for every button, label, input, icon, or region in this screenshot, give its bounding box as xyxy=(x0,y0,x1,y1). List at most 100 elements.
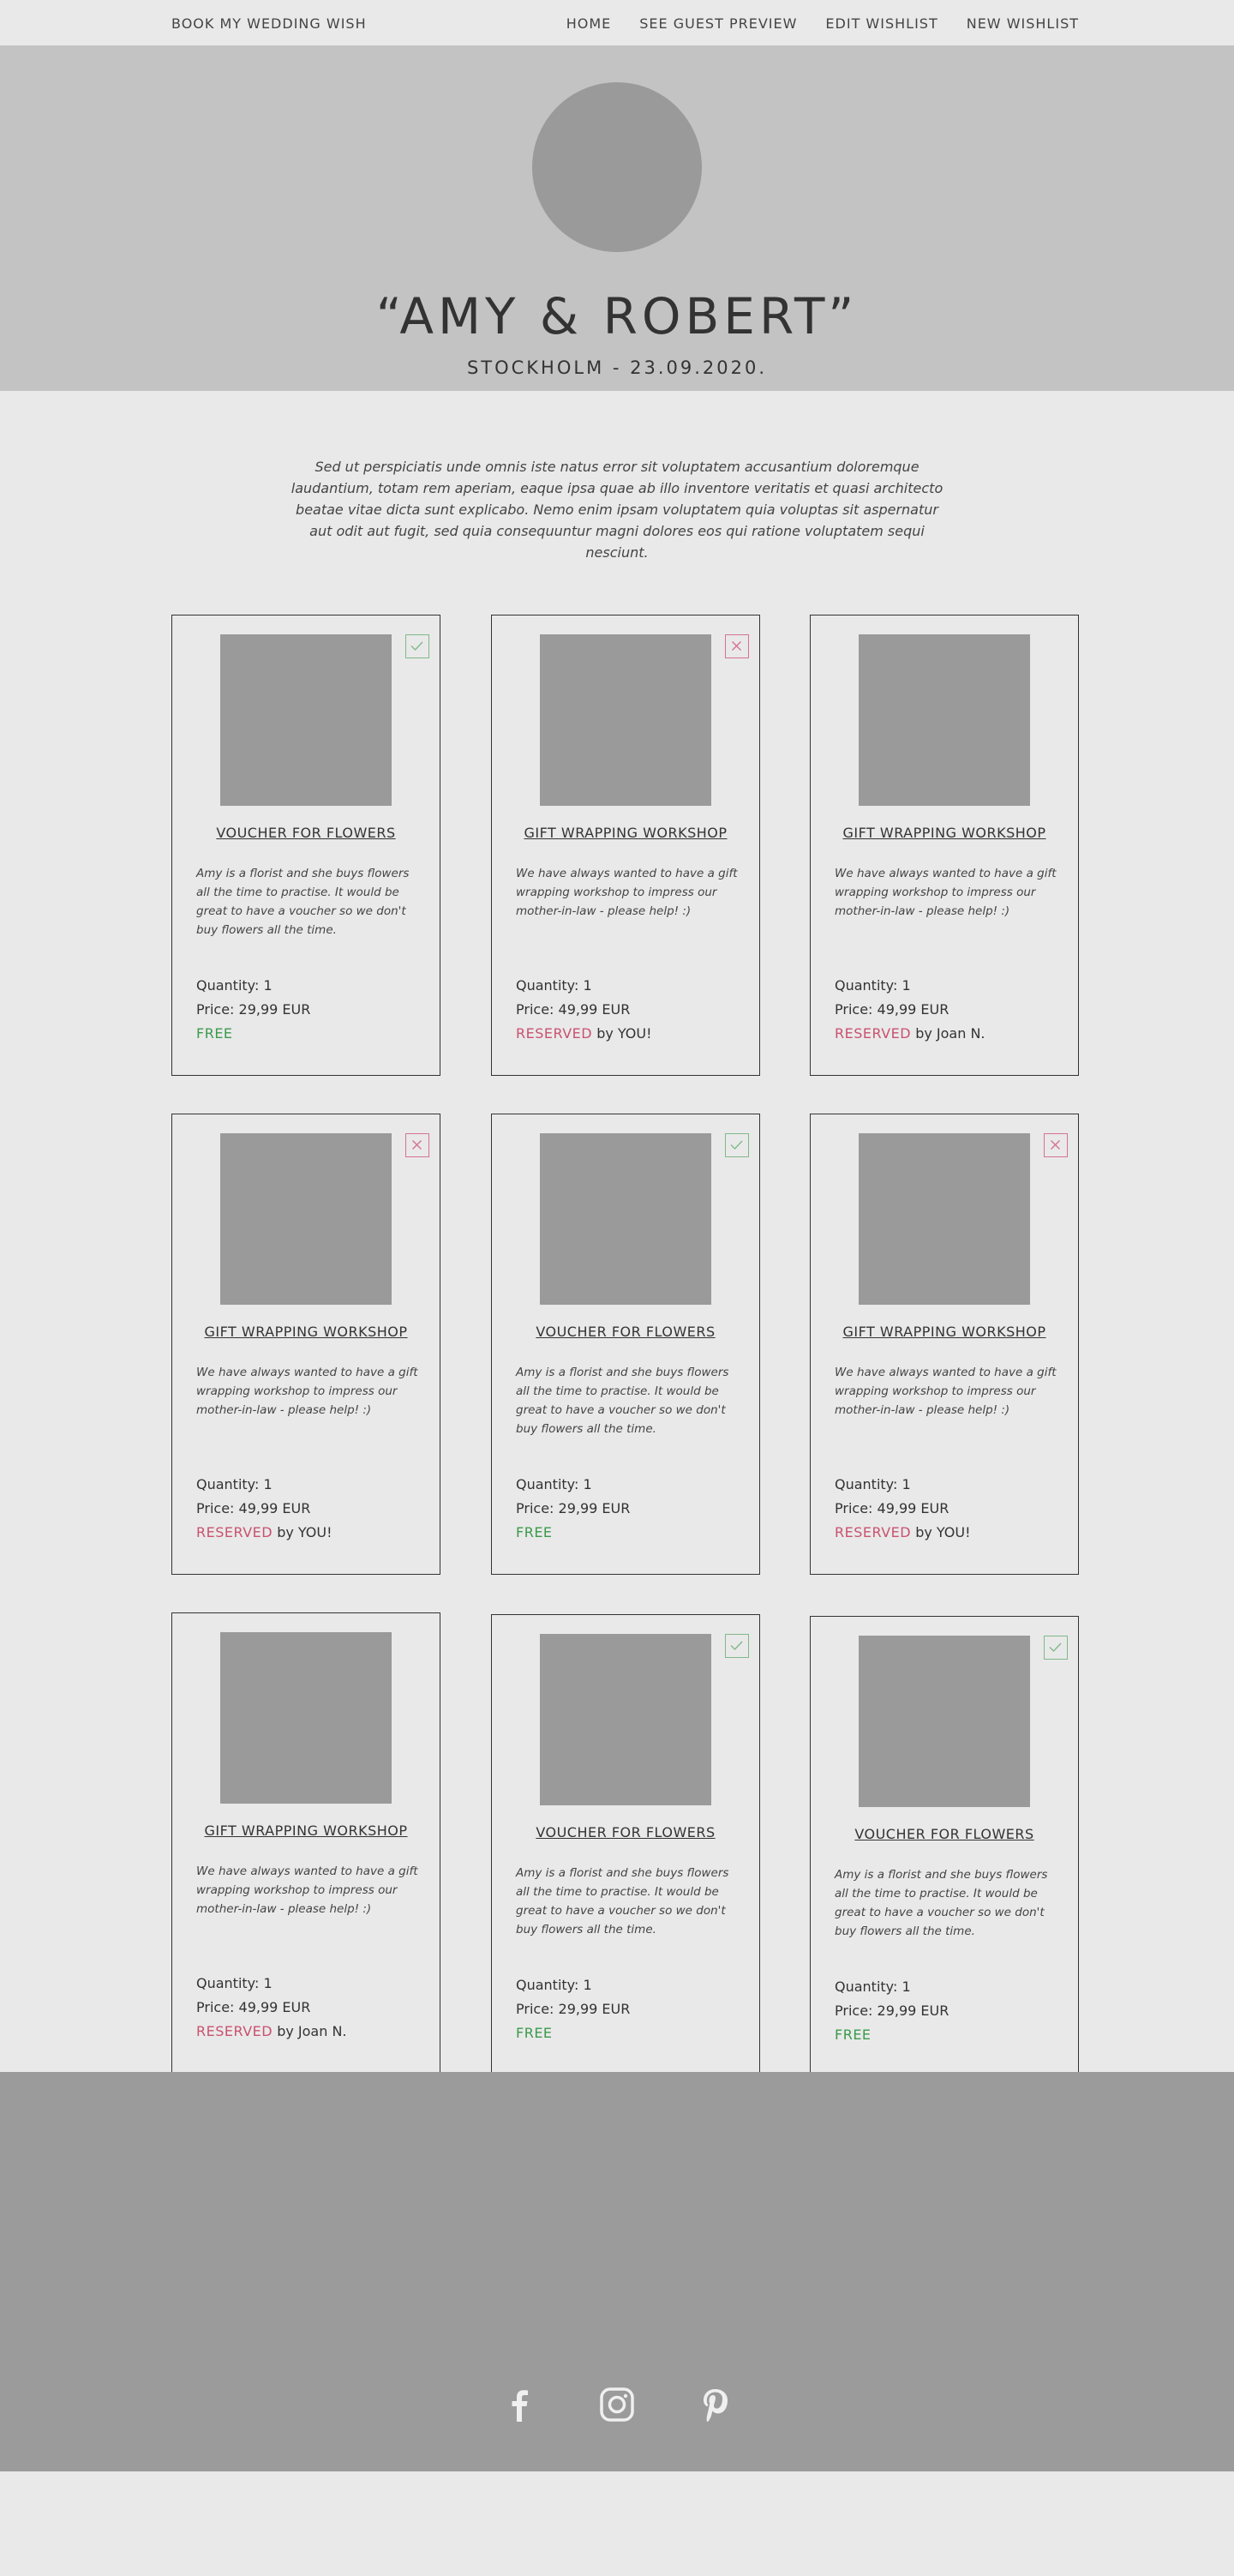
reserved-by: by Joan N. xyxy=(911,1025,985,1042)
facebook-icon[interactable] xyxy=(501,2386,537,2423)
gift-status: FREE xyxy=(516,2025,553,2041)
wish-card[interactable]: GIFT WRAPPING WORKSHOP We have always wan… xyxy=(810,615,1079,1076)
gift-status: RESERVED by YOU! xyxy=(835,1524,971,1540)
nav-home-link[interactable]: HOME xyxy=(566,15,612,32)
wedding-place-date: STOCKHOLM - 23.09.2020. xyxy=(466,357,768,378)
gift-price: Price: 49,99 EUR xyxy=(835,1001,949,1018)
status-label: FREE xyxy=(516,1524,553,1540)
wish-card[interactable]: GIFT WRAPPING WORKSHOP We have always wan… xyxy=(491,615,760,1076)
gift-title-link[interactable]: GIFT WRAPPING WORKSHOP xyxy=(492,825,759,841)
gift-price: Price: 29,99 EUR xyxy=(196,1001,311,1018)
check-icon[interactable] xyxy=(725,1133,749,1157)
reserved-by: by YOU! xyxy=(592,1025,652,1042)
gift-description: We have always wanted to have a gift wra… xyxy=(835,1366,1057,1417)
nav-links: HOME SEE GUEST PREVIEW EDIT WISHLIST NEW… xyxy=(566,15,1079,32)
top-nav: BOOK MY WEDDING WISH HOME SEE GUEST PREV… xyxy=(0,0,1234,45)
gift-quantity: Quantity: 1 xyxy=(196,1975,273,1991)
wish-card[interactable]: VOUCHER FOR FLOWERS Amy is a florist and … xyxy=(810,1616,1079,2077)
reserved-by: by Joan N. xyxy=(273,2023,347,2039)
gift-description: We have always wanted to have a gift wra… xyxy=(516,867,738,918)
status-label: FREE xyxy=(516,2025,553,2041)
check-icon[interactable] xyxy=(1044,1636,1068,1660)
gift-image xyxy=(540,1634,711,1805)
wish-card[interactable]: VOUCHER FOR FLOWERS Amy is a florist and … xyxy=(491,1614,760,2075)
hero-banner: “AMY & ROBERT” STOCKHOLM - 23.09.2020. xyxy=(0,45,1234,391)
gift-image xyxy=(540,634,711,806)
cross-icon[interactable] xyxy=(725,634,749,658)
gift-quantity: Quantity: 1 xyxy=(196,1476,273,1492)
reserved-by: by YOU! xyxy=(911,1524,971,1540)
gift-description: Amy is a florist and she buys flowers al… xyxy=(835,1868,1048,1938)
gift-status: FREE xyxy=(196,1025,233,1042)
check-icon[interactable] xyxy=(725,1634,749,1658)
instagram-icon[interactable] xyxy=(599,2386,635,2423)
gift-title-link[interactable]: VOUCHER FOR FLOWERS xyxy=(492,1324,759,1340)
gift-quantity: Quantity: 1 xyxy=(835,1476,911,1492)
status-label: RESERVED xyxy=(196,2023,273,2039)
gift-image xyxy=(859,1133,1030,1305)
check-icon[interactable] xyxy=(405,634,429,658)
gift-status: RESERVED by Joan N. xyxy=(196,2023,347,2039)
couple-avatar xyxy=(532,82,702,252)
status-label: RESERVED xyxy=(835,1524,912,1540)
gift-quantity: Quantity: 1 xyxy=(196,977,273,994)
gift-price: Price: 49,99 EUR xyxy=(196,1999,311,2015)
wish-card[interactable]: VOUCHER FOR FLOWERS Amy is a florist and … xyxy=(491,1114,760,1575)
gift-title-link[interactable]: GIFT WRAPPING WORKSHOP xyxy=(811,825,1078,841)
gift-quantity: Quantity: 1 xyxy=(516,977,592,994)
gift-price: Price: 49,99 EUR xyxy=(516,1001,631,1018)
gift-quantity: Quantity: 1 xyxy=(516,1977,592,1993)
gift-title-link[interactable]: VOUCHER FOR FLOWERS xyxy=(811,1826,1078,1842)
social-links xyxy=(0,2386,1234,2423)
gift-image xyxy=(220,1133,392,1305)
gift-description: We have always wanted to have a gift wra… xyxy=(196,1864,418,1916)
gift-description: Amy is a florist and she buys flowers al… xyxy=(516,1866,729,1937)
wish-card[interactable]: GIFT WRAPPING WORKSHOP We have always wan… xyxy=(810,1114,1079,1575)
gift-title-link[interactable]: GIFT WRAPPING WORKSHOP xyxy=(172,1324,440,1340)
gift-status: RESERVED by YOU! xyxy=(196,1524,332,1540)
gift-price: Price: 49,99 EUR xyxy=(835,1500,949,1516)
wish-card[interactable]: VOUCHER FOR FLOWERS Amy is a florist and … xyxy=(171,615,440,1076)
gift-title-link[interactable]: GIFT WRAPPING WORKSHOP xyxy=(811,1324,1078,1340)
gift-quantity: Quantity: 1 xyxy=(835,977,911,994)
status-label: FREE xyxy=(196,1025,233,1042)
cross-icon[interactable] xyxy=(1044,1133,1068,1157)
intro-text: Sed ut perspiciatis unde omnis iste natu… xyxy=(291,459,943,561)
status-label: FREE xyxy=(835,2027,872,2043)
gift-description: Amy is a florist and she buys flowers al… xyxy=(196,867,410,937)
gift-image xyxy=(220,1632,392,1804)
gift-status: RESERVED by YOU! xyxy=(516,1025,652,1042)
gift-title-link[interactable]: VOUCHER FOR FLOWERS xyxy=(492,1824,759,1840)
brand-logo[interactable]: BOOK MY WEDDING WISH xyxy=(171,15,367,32)
nav-new-wishlist-link[interactable]: NEW WISHLIST xyxy=(967,15,1079,32)
pinterest-icon[interactable] xyxy=(697,2386,733,2423)
gift-description: We have always wanted to have a gift wra… xyxy=(196,1366,418,1417)
gift-status: RESERVED by Joan N. xyxy=(835,1025,985,1042)
wish-card[interactable]: GIFT WRAPPING WORKSHOP We have always wan… xyxy=(171,1612,440,2074)
wish-card[interactable]: GIFT WRAPPING WORKSHOP We have always wan… xyxy=(171,1114,440,1575)
nav-guest-preview-link[interactable]: SEE GUEST PREVIEW xyxy=(639,15,797,32)
gift-status: FREE xyxy=(835,2027,872,2043)
gift-quantity: Quantity: 1 xyxy=(835,1979,911,1995)
reserved-by: by YOU! xyxy=(273,1524,332,1540)
gift-description: We have always wanted to have a gift wra… xyxy=(835,867,1057,918)
gift-description: Amy is a florist and she buys flowers al… xyxy=(516,1366,729,1436)
gift-price: Price: 29,99 EUR xyxy=(516,1500,631,1516)
gift-image xyxy=(859,634,1030,806)
gift-title-link[interactable]: VOUCHER FOR FLOWERS xyxy=(172,825,440,841)
nav-edit-wishlist-link[interactable]: EDIT WISHLIST xyxy=(825,15,937,32)
gift-price: Price: 49,99 EUR xyxy=(196,1500,311,1516)
wishlist-grid: VOUCHER FOR FLOWERS Amy is a florist and … xyxy=(0,563,1234,2077)
cross-icon[interactable] xyxy=(405,1133,429,1157)
gift-image xyxy=(540,1133,711,1305)
status-label: RESERVED xyxy=(835,1025,912,1042)
footer xyxy=(0,2072,1234,2471)
gift-status: FREE xyxy=(516,1524,553,1540)
gift-title-link[interactable]: GIFT WRAPPING WORKSHOP xyxy=(172,1822,440,1839)
status-label: RESERVED xyxy=(196,1524,273,1540)
gift-image xyxy=(220,634,392,806)
gift-price: Price: 29,99 EUR xyxy=(835,2003,949,2019)
gift-quantity: Quantity: 1 xyxy=(516,1476,592,1492)
status-label: RESERVED xyxy=(516,1025,593,1042)
gift-price: Price: 29,99 EUR xyxy=(516,2001,631,2017)
